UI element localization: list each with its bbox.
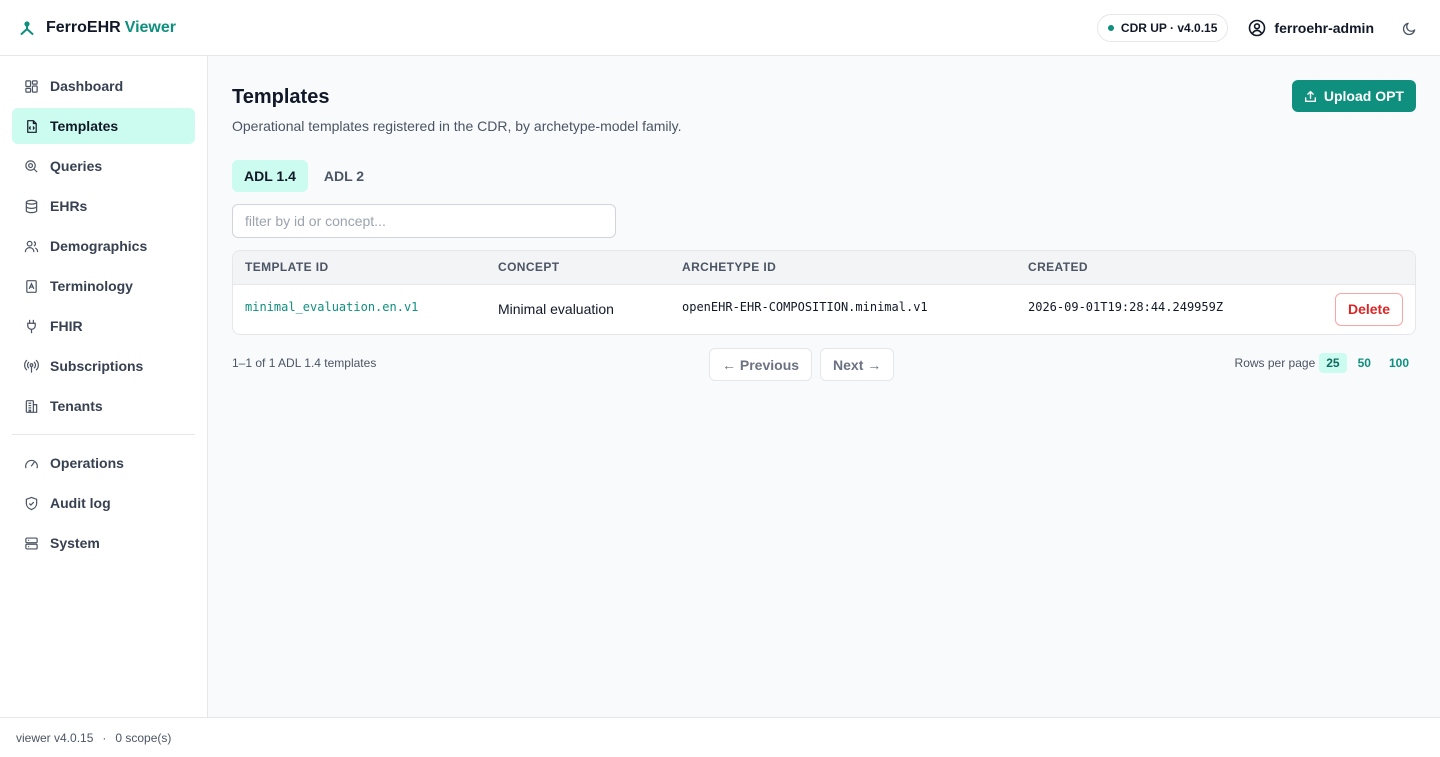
people-icon xyxy=(24,240,39,252)
secondary-nav: Operations Audit log System xyxy=(12,445,195,565)
rows-option-50[interactable]: 50 xyxy=(1351,353,1378,373)
footer-separator: · xyxy=(102,730,107,745)
database-icon xyxy=(25,199,38,213)
sidebar-item-label: Tenants xyxy=(50,398,103,414)
sidebar-item-label: Operations xyxy=(50,455,124,471)
brand[interactable]: FerroEHR Viewer xyxy=(18,19,176,37)
sidebar-item-queries[interactable]: Queries xyxy=(12,148,195,184)
sidebar-item-label: Subscriptions xyxy=(50,358,144,374)
table-row: minimal_evaluation.en.v1 Minimal evaluat… xyxy=(233,284,1415,334)
username: ferroehr-admin xyxy=(1274,20,1374,36)
pagination-info: 1–1 of 1 ADL 1.4 templates xyxy=(232,356,377,370)
sidebar-item-operations[interactable]: Operations xyxy=(12,445,195,481)
created-cell: 2026-09-01T19:28:44.249959Z xyxy=(1016,284,1306,334)
archetype-id: openEHR-EHR-COMPOSITION.minimal.v1 xyxy=(682,300,928,315)
sidebar-item-fhir[interactable]: FHIR xyxy=(12,308,195,344)
sidebar-item-system[interactable]: System xyxy=(12,525,195,561)
column-header-actions xyxy=(1306,251,1415,284)
top-bar: FerroEHR Viewer CDR UP · v4.0.15 ferroeh… xyxy=(0,0,1440,56)
sidebar-item-audit-log[interactable]: Audit log xyxy=(12,485,195,521)
query-icon xyxy=(25,159,38,173)
sidebar-item-label: Demographics xyxy=(50,238,148,254)
model-family-tabs: ADL 1.4 ADL 2 xyxy=(232,160,380,192)
cdr-status-text: CDR UP · v4.0.15 xyxy=(1120,21,1218,35)
sidebar-item-tenants[interactable]: Tenants xyxy=(12,388,195,424)
brand-name: FerroEHR xyxy=(46,18,121,36)
sidebar-item-label: EHRs xyxy=(50,198,88,214)
rows-option-100[interactable]: 100 xyxy=(1382,353,1416,373)
brand-accent: Viewer xyxy=(124,18,176,36)
sidebar-item-templates[interactable]: Templates xyxy=(12,108,195,144)
building-icon xyxy=(25,399,38,413)
theme-toggle-button[interactable] xyxy=(1400,19,1418,37)
rows-option-25[interactable]: 25 xyxy=(1319,353,1347,373)
rows-per-page-label: Rows per page xyxy=(1234,356,1316,370)
archetype-id-cell: openEHR-EHR-COMPOSITION.minimal.v1 xyxy=(670,284,1016,334)
sidebar-item-label: FHIR xyxy=(50,318,83,334)
server-icon xyxy=(25,536,38,550)
created-timestamp: 2026-09-01T19:28:44.249959Z xyxy=(1028,300,1224,315)
sidebar: Dashboard Templates Queries EHRs Demogra… xyxy=(0,56,208,717)
footer: viewer v4.0.15 · 0 scope(s) xyxy=(0,717,1440,757)
sidebar-item-label: System xyxy=(50,535,100,551)
plug-icon xyxy=(27,319,36,333)
sidebar-item-label: Queries xyxy=(50,158,103,174)
next-page-button[interactable]: Next → xyxy=(820,348,895,381)
status-dot-icon xyxy=(1107,25,1114,31)
upload-icon xyxy=(1304,90,1316,102)
template-icon xyxy=(27,119,37,133)
previous-page-button[interactable]: ← Previous xyxy=(709,348,813,381)
page-title: Templates xyxy=(232,86,330,108)
sidebar-item-subscriptions[interactable]: Subscriptions xyxy=(12,348,195,384)
sidebar-divider xyxy=(12,434,195,435)
moon-icon xyxy=(1402,22,1415,35)
rows-per-page: Rows per page 25 50 100 xyxy=(1235,353,1416,373)
sidebar-item-label: Terminology xyxy=(50,278,133,294)
viewer-version: viewer v4.0.15 xyxy=(16,730,94,745)
shield-icon xyxy=(25,496,38,510)
column-header-concept[interactable]: CONCEPT xyxy=(486,251,670,284)
scope-count: 0 scope(s) xyxy=(115,730,172,745)
sidebar-item-dashboard[interactable]: Dashboard xyxy=(12,68,195,104)
tab-adl-2[interactable]: ADL 2 xyxy=(312,160,376,192)
template-filter-input[interactable] xyxy=(232,204,616,238)
table-header-row: TEMPLATE ID CONCEPT ARCHETYPE ID CREATED xyxy=(233,251,1415,284)
logo-icon xyxy=(20,20,34,35)
pagination-controls: ← Previous Next → xyxy=(709,348,902,381)
template-id-link[interactable]: minimal_evaluation.en.v1 xyxy=(245,300,418,314)
delete-template-button[interactable]: Delete xyxy=(1334,292,1403,326)
column-header-created[interactable]: CREATED xyxy=(1016,251,1306,284)
sidebar-item-terminology[interactable]: Terminology xyxy=(12,268,195,304)
upload-opt-label: Upload OPT xyxy=(1323,88,1404,104)
actions-cell: Delete xyxy=(1306,284,1415,334)
dashboard-icon xyxy=(25,79,38,93)
primary-nav: Dashboard Templates Queries EHRs Demogra… xyxy=(12,68,195,428)
upload-opt-button[interactable]: Upload OPT xyxy=(1291,80,1416,112)
user-icon xyxy=(1249,19,1266,37)
cdr-status-badge: CDR UP · v4.0.15 xyxy=(1096,14,1229,42)
header-actions: CDR UP · v4.0.15 ferroehr-admin xyxy=(1096,14,1418,42)
sidebar-item-label: Dashboard xyxy=(50,78,124,94)
page-subtitle: Operational templates registered in the … xyxy=(232,118,682,134)
sidebar-item-label: Templates xyxy=(50,118,119,134)
book-icon xyxy=(26,279,37,293)
tab-adl-1-4[interactable]: ADL 1.4 xyxy=(232,160,308,192)
sidebar-item-ehrs[interactable]: EHRs xyxy=(12,188,195,224)
broadcast-icon xyxy=(24,359,39,373)
column-header-template-id[interactable]: TEMPLATE ID xyxy=(233,251,486,284)
template-id-cell[interactable]: minimal_evaluation.en.v1 xyxy=(233,284,486,334)
concept-cell: Minimal evaluation xyxy=(498,301,614,318)
templates-table: TEMPLATE ID CONCEPT ARCHETYPE ID CREATED… xyxy=(232,250,1416,335)
gauge-icon xyxy=(25,459,38,468)
sidebar-item-demographics[interactable]: Demographics xyxy=(12,228,195,264)
column-header-archetype-id[interactable]: ARCHETYPE ID xyxy=(670,251,1016,284)
sidebar-item-label: Audit log xyxy=(50,495,111,511)
user-menu[interactable]: ferroehr-admin xyxy=(1248,19,1374,37)
